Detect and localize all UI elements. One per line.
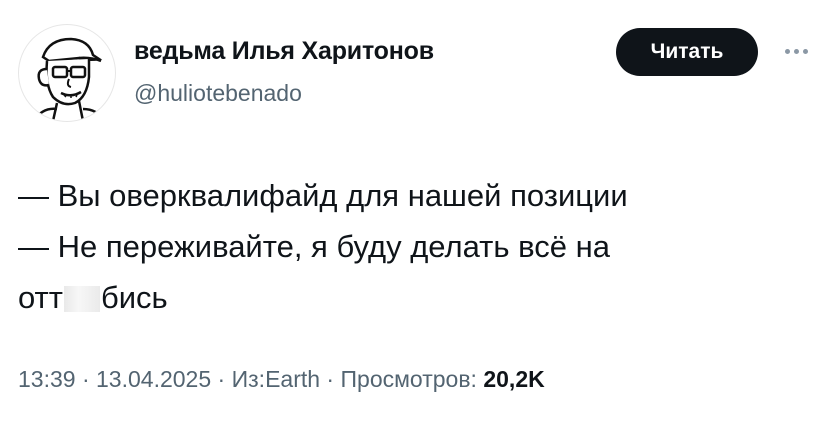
- tweet-text-fragment: отт: [18, 280, 63, 315]
- tweet-line: — Не переживайте, я буду делать всё на: [18, 229, 610, 264]
- separator: ·: [75, 366, 97, 392]
- follow-button[interactable]: Читать: [616, 28, 758, 76]
- views-label: Просмотров:: [340, 366, 477, 392]
- tweet-body: — Вы оверквалифайд для нашей позиции — Н…: [18, 170, 628, 323]
- tweet-time[interactable]: 13:39: [18, 366, 76, 392]
- separator: ·: [211, 366, 232, 392]
- tweet-line: отт бись: [18, 272, 628, 323]
- separator: ·: [320, 366, 341, 392]
- tweet-text-fragment: бись: [100, 280, 168, 315]
- censor-blur: [63, 286, 100, 312]
- avatar[interactable]: [18, 24, 116, 122]
- source-prefix: Из:: [231, 366, 266, 392]
- more-horizontal-icon[interactable]: [776, 36, 816, 66]
- tweet-source: Earth: [265, 366, 321, 392]
- tweet-line: — Вы оверквалифайд для нашей позиции: [18, 178, 628, 213]
- author-display-name[interactable]: ведьма Илья Харитонов: [134, 37, 434, 66]
- tweet-meta: 13:39 · 13.04.2025 · Из:Earth · Просмотр…: [18, 366, 545, 393]
- more-dot: [802, 48, 808, 54]
- views-count[interactable]: 20,2K: [483, 366, 544, 392]
- tweet-date[interactable]: 13.04.2025: [96, 366, 211, 392]
- cartoon-man-with-glasses-and-cap-icon: [31, 37, 107, 121]
- author-handle[interactable]: @huliotebenado: [134, 80, 302, 107]
- more-dot: [784, 48, 790, 54]
- more-dot: [793, 48, 799, 54]
